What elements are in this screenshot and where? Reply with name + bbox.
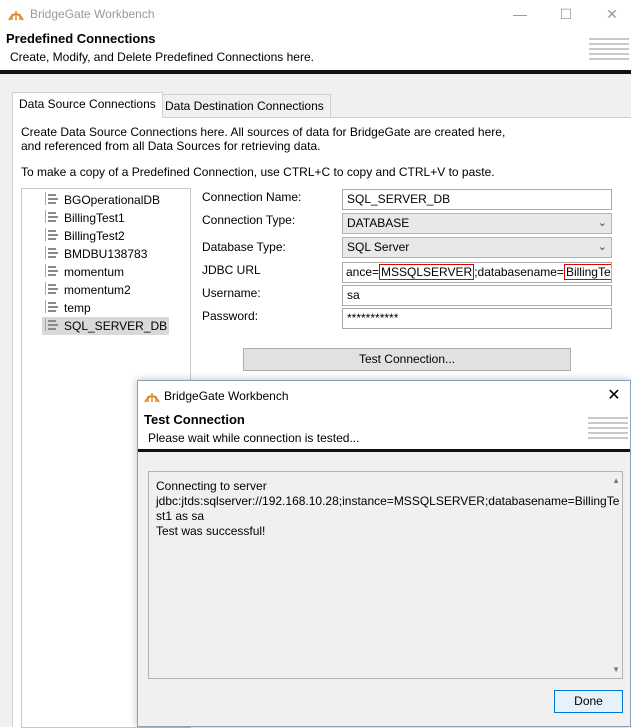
header-decoration-icon	[589, 38, 629, 62]
password-value: ***********	[347, 311, 399, 325]
password-input[interactable]: ***********	[342, 308, 612, 329]
header-separator	[0, 70, 631, 74]
dialog-title: BridgeGate Workbench	[164, 389, 289, 403]
connection-type-label: Connection Type:	[202, 213, 296, 227]
output-line: st1 as sa	[156, 509, 205, 523]
dialog-close-button[interactable]: ✕	[602, 385, 626, 407]
connection-name-label: Connection Name:	[202, 190, 302, 204]
connection-node-icon	[44, 246, 60, 260]
tree-item[interactable]: BGOperationalDB	[42, 191, 162, 209]
jdbc-url-highlight-instance: MSSQLSERVER	[379, 264, 475, 280]
dialog-title-bar: BridgeGate Workbench ✕	[138, 381, 630, 411]
tree-item[interactable]: momentum2	[42, 281, 133, 299]
chevron-down-icon: ⌄	[597, 217, 607, 229]
connection-node-icon	[44, 282, 60, 296]
dialog-header-separator	[138, 449, 630, 452]
page-title: Predefined Connections	[6, 31, 156, 46]
scroll-down-icon[interactable]: ▼	[612, 665, 620, 674]
tab-data-source-connections[interactable]: Data Source Connections	[12, 92, 163, 118]
window-title: BridgeGate Workbench	[30, 7, 155, 21]
tree-item-selected[interactable]: SQL_SERVER_DB	[42, 317, 170, 335]
connection-name-input[interactable]: SQL_SERVER_DB	[342, 189, 612, 210]
connection-node-icon	[44, 264, 60, 278]
jdbc-url-highlight-database: BillingTest1	[563, 264, 611, 280]
tree-item-label: momentum	[64, 265, 125, 279]
test-output-area[interactable]: Connecting to server jdbc:jtds:sqlserver…	[148, 471, 623, 679]
page-description: Create, Modify, and Delete Predefined Co…	[10, 50, 314, 64]
title-bar: BridgeGate Workbench — ☐ ✕	[0, 0, 631, 28]
tree-item-label: SQL_SERVER_DB	[64, 319, 168, 333]
scroll-up-icon[interactable]: ▲	[612, 476, 620, 485]
database-type-select[interactable]: SQL Server ⌄	[342, 237, 612, 258]
test-connection-dialog: BridgeGate Workbench ✕ Test Connection P…	[137, 380, 631, 727]
intro-text-line1: Create Data Source Connections here. All…	[21, 125, 506, 139]
jdbc-url-text: ;databasename=	[474, 265, 564, 279]
done-button[interactable]: Done	[554, 690, 623, 713]
connection-node-icon	[44, 192, 60, 206]
connection-node-icon	[44, 210, 60, 224]
output-line: jdbc:jtds:sqlserver://192.168.10.28;inst…	[156, 494, 620, 508]
tree-item[interactable]: momentum	[42, 263, 126, 281]
username-label: Username:	[202, 286, 261, 300]
bridgegate-logo-icon	[8, 11, 24, 21]
tree-item[interactable]: BillingTest1	[42, 209, 127, 227]
username-value: sa	[347, 288, 360, 302]
connection-node-icon	[44, 228, 60, 242]
intro-text-line2: and referenced from all Data Sources for…	[21, 139, 321, 153]
header-decoration-icon	[588, 417, 628, 441]
bridgegate-logo-icon	[144, 393, 160, 403]
minimize-button[interactable]: —	[497, 0, 543, 28]
connection-type-select[interactable]: DATABASE ⌄	[342, 213, 612, 234]
output-line: Connecting to server	[156, 479, 267, 493]
tab-data-destination-connections[interactable]: Data Destination Connections	[158, 94, 331, 118]
tree-item[interactable]: temp	[42, 299, 93, 317]
tree-item-label: BGOperationalDB	[64, 193, 161, 207]
database-type-label: Database Type:	[202, 240, 286, 254]
jdbc-url-label: JDBC URL	[202, 263, 261, 277]
jdbc-url-input[interactable]: ance=MSSQLSERVER;databasename=BillingTes…	[342, 262, 612, 283]
tree-item-label: BMDBU138783	[64, 247, 148, 261]
dialog-header: Test Connection Please wait while connec…	[138, 411, 630, 449]
tree-item[interactable]: BillingTest2	[42, 227, 127, 245]
dialog-header-title: Test Connection	[144, 412, 245, 427]
jdbc-url-text: ance=	[346, 265, 380, 279]
tree-item-label: temp	[64, 301, 91, 315]
copy-hint-text: To make a copy of a Predefined Connectio…	[21, 165, 495, 179]
maximize-button[interactable]: ☐	[543, 0, 589, 28]
dialog-header-description: Please wait while connection is tested..…	[148, 431, 360, 445]
tree-item-label: BillingTest2	[64, 229, 125, 243]
chevron-down-icon: ⌄	[597, 241, 607, 253]
database-type-value: SQL Server	[347, 240, 410, 254]
close-button[interactable]: ✕	[589, 0, 631, 28]
connection-name-value: SQL_SERVER_DB	[347, 192, 451, 206]
connection-node-icon	[44, 318, 60, 332]
username-input[interactable]: sa	[342, 285, 612, 306]
connection-type-value: DATABASE	[347, 216, 410, 230]
test-connection-button[interactable]: Test Connection...	[243, 348, 571, 371]
page-header: Predefined Connections Create, Modify, a…	[0, 28, 631, 70]
tree-item-label: BillingTest1	[64, 211, 125, 225]
password-label: Password:	[202, 309, 259, 323]
connection-node-icon	[44, 300, 60, 314]
tree-item[interactable]: BMDBU138783	[42, 245, 149, 263]
output-line: Test was successful!	[156, 524, 266, 538]
tree-item-label: momentum2	[64, 283, 131, 297]
